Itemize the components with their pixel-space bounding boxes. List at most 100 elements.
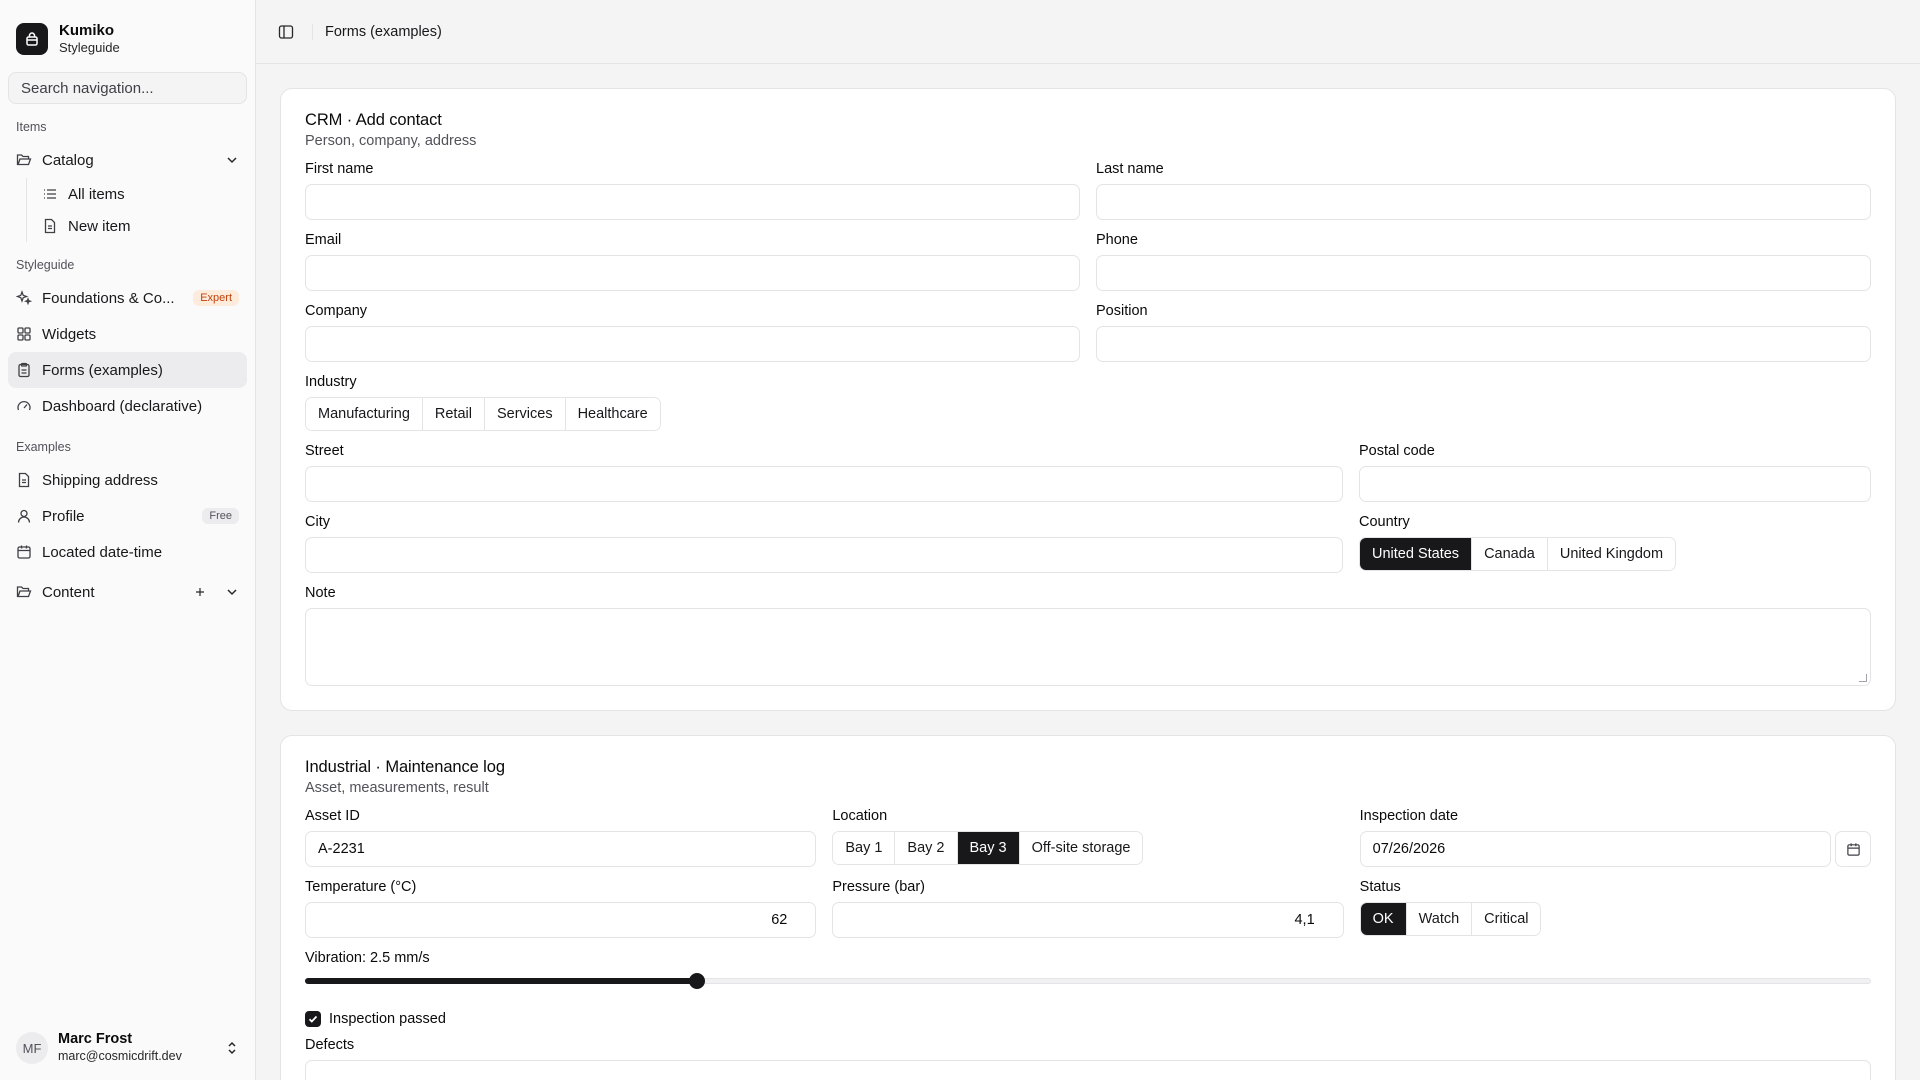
sidebar-item-content[interactable]: Content [8,574,247,610]
status-option-ok[interactable]: OK [1360,903,1407,935]
sidebar-item-label: Located date-time [42,543,163,561]
location-option-off-site-storage[interactable]: Off-site storage [1019,832,1143,864]
free-badge: Free [202,508,239,524]
defects-field[interactable] [305,1060,1871,1080]
nav-group-examples: Examples [16,440,71,454]
industry-option-services[interactable]: Services [484,398,566,430]
sidebar-item-dashboard[interactable]: Dashboard (declarative) [8,388,247,424]
sidebar-item-catalog[interactable]: Catalog [8,142,247,178]
email-field[interactable] [305,255,1080,291]
industry-option-healthcare[interactable]: Healthcare [565,398,660,430]
maintenance-log-card: Industrial · Maintenance log Asset, meas… [280,735,1896,1080]
crm-add-contact-card: CRM · Add contact Person, company, addre… [280,88,1896,711]
asset-id-field[interactable]: A-2231 [305,831,817,867]
status-label: Status [1359,879,1401,895]
company-label: Company [305,303,368,319]
pressure-label: Pressure (bar) [832,879,925,895]
position-field[interactable] [1096,326,1871,362]
temperature-field[interactable]: 62 [305,902,817,938]
folder-open-icon [16,152,32,168]
chevrons-up-down-icon[interactable] [225,1041,239,1055]
calendar-icon[interactable] [1835,831,1871,867]
inspection-passed-row[interactable]: Inspection passed [305,1011,1871,1027]
sidebar-item-label: Forms (examples) [42,361,163,379]
last-name-field[interactable] [1096,184,1871,220]
avatar: MF [16,1032,48,1064]
vibration-slider[interactable] [305,973,1871,989]
sidebar-item-foundations[interactable]: Foundations & Co... Expert [8,280,247,316]
sidebar-item-label: New item [68,217,131,235]
industry-option-manufacturing[interactable]: Manufacturing [306,398,423,430]
sidebar-item-shipping-address[interactable]: Shipping address [8,462,247,498]
sidebar: Kumiko Styleguide Search navigation... I… [0,0,256,1080]
note-label: Note [305,585,336,601]
status-option-critical[interactable]: Critical [1472,903,1541,935]
sidebar-item-profile[interactable]: Profile Free [8,498,247,534]
location-label: Location [832,808,888,824]
user-email: marc@cosmicdrift.dev [58,1049,182,1063]
location-segmented-control: Bay 1 Bay 2 Bay 3 Off-site storage [832,831,1144,865]
first-name-field[interactable] [305,184,1080,220]
search-input[interactable]: Search navigation... [8,72,247,104]
sidebar-item-all-items[interactable]: All items [34,178,247,210]
first-name-label: First name [305,161,374,177]
user-icon [16,508,32,524]
inspection-date-label: Inspection date [1359,808,1459,824]
sidebar-item-widgets[interactable]: Widgets [8,316,247,352]
sidebar-item-label: Content [42,583,95,601]
country-option-united-states[interactable]: United States [1360,538,1473,570]
sidebar-item-label: Dashboard (declarative) [42,397,203,415]
industry-option-retail[interactable]: Retail [422,398,485,430]
inspection-date-field[interactable]: 07/26/2026 [1359,831,1831,867]
main-area: Forms (examples) CRM · Add contact Perso… [256,0,1920,1080]
plus-icon[interactable] [193,585,207,599]
clipboard-icon [16,362,32,378]
position-label: Position [1096,303,1148,319]
status-option-watch[interactable]: Watch [1406,903,1473,935]
country-option-canada[interactable]: Canada [1472,538,1548,570]
chevron-down-icon[interactable] [225,153,239,167]
sidebar-item-located-date-time[interactable]: Located date-time [8,534,247,570]
location-option-bay-1[interactable]: Bay 1 [833,832,896,864]
sidebar-item-forms[interactable]: Forms (examples) [8,352,247,388]
company-field[interactable] [305,326,1080,362]
sidebar-item-label: Shipping address [42,471,158,489]
page-content: CRM · Add contact Person, company, addre… [256,64,1920,1080]
status-segmented-control: OK Watch Critical [1359,902,1542,936]
list-icon [42,186,58,202]
location-option-bay-3[interactable]: Bay 3 [957,832,1020,864]
phone-label: Phone [1096,232,1138,248]
grid-icon [16,326,32,342]
location-option-bay-2[interactable]: Bay 2 [895,832,958,864]
chevron-down-icon[interactable] [225,585,239,599]
slider-thumb[interactable] [688,973,705,989]
sidebar-item-label: Profile [42,507,85,525]
defects-label: Defects [305,1037,355,1053]
country-label: Country [1359,514,1410,530]
note-textarea[interactable] [305,608,1871,686]
inspection-passed-checkbox[interactable] [305,1011,321,1027]
user-name: Marc Frost [58,1031,133,1047]
brand[interactable]: Kumiko Styleguide [0,0,255,64]
calendar-icon [16,544,32,560]
card-title: Industrial · Maintenance log [305,758,505,776]
user-menu[interactable]: MF Marc Frost marc@cosmicdrift.dev [0,1016,255,1080]
temperature-label: Temperature (°C) [305,879,417,895]
industry-label: Industry [305,374,357,390]
country-option-united-kingdom[interactable]: United Kingdom [1547,538,1676,570]
sidebar-item-label: Foundations & Co... [42,289,175,307]
postal-code-label: Postal code [1359,443,1435,459]
city-label: City [305,514,330,530]
street-label: Street [305,443,344,459]
sidebar-item-new-item[interactable]: New item [34,210,247,242]
city-field[interactable] [305,537,1343,573]
breadcrumb[interactable]: Forms (examples) [325,24,442,40]
gauge-icon [16,398,32,414]
sidebar-toggle-icon[interactable] [272,18,300,46]
pressure-field[interactable]: 4,1 [832,902,1344,938]
postal-code-field[interactable] [1359,466,1871,502]
phone-field[interactable] [1096,255,1871,291]
sidebar-item-label: All items [68,185,125,203]
street-field[interactable] [305,466,1343,502]
email-label: Email [305,232,342,248]
